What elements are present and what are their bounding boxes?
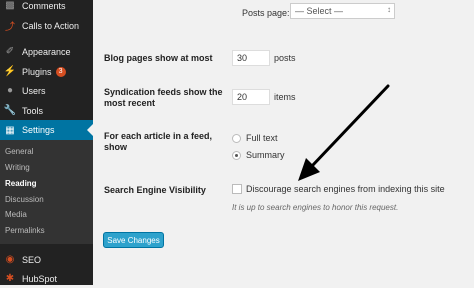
admin-sidebar: ▩ Comments ⤴ Calls to Action ✐ Appearanc… xyxy=(0,0,93,285)
blog-pages-unit: posts xyxy=(274,53,296,63)
sidebar-item-label: Settings xyxy=(22,125,55,135)
settings-submenu: General Writing Reading Discussion Media… xyxy=(0,140,93,244)
sidebar-item-tools[interactable]: 🔧 Tools xyxy=(0,101,93,120)
settings-icon: ▦ xyxy=(5,124,15,136)
calls-to-action-icon: ⤴ xyxy=(5,22,15,33)
submenu-writing[interactable]: Writing xyxy=(5,163,30,172)
submenu-permalinks[interactable]: Permalinks xyxy=(5,226,45,235)
search-visibility-label: Search Engine Visibility xyxy=(104,185,206,195)
search-visibility-hint: It is up to search engines to honor this… xyxy=(232,203,399,212)
posts-page-select[interactable]: — Select — ↕ xyxy=(290,3,395,19)
syndication-input[interactable] xyxy=(232,89,270,105)
sidebar-item-label: Plugins xyxy=(22,66,52,77)
sidebar-item-label: Appearance xyxy=(22,46,71,57)
sidebar-item-comments[interactable]: ▩ Comments xyxy=(0,0,93,15)
select-arrows-icon: ↕ xyxy=(387,5,391,14)
syndication-label-line2: most recent xyxy=(104,98,156,108)
submenu-reading[interactable]: Reading xyxy=(5,179,37,188)
sidebar-item-calls-to-action[interactable]: ⤴ Calls to Action xyxy=(0,16,93,35)
full-text-radio[interactable] xyxy=(232,134,241,143)
posts-page-label: Posts page: xyxy=(242,8,290,18)
summary-label: Summary xyxy=(246,150,285,160)
plugins-icon: ⚡ xyxy=(3,66,17,77)
sidebar-item-label: SEO xyxy=(22,254,42,265)
syndication-unit: items xyxy=(274,92,296,102)
users-icon: ● xyxy=(6,85,14,96)
discourage-search-label: Discourage search engines from indexing … xyxy=(246,184,445,194)
sidebar-item-hubspot[interactable]: ✱ HubSpot xyxy=(0,269,93,288)
sidebar-item-appearance[interactable]: ✐ Appearance xyxy=(0,42,93,61)
discourage-search-checkbox[interactable] xyxy=(232,184,242,194)
full-text-label: Full text xyxy=(246,133,278,143)
sidebar-item-seo[interactable]: ◉ SEO xyxy=(0,250,93,269)
save-changes-button[interactable]: Save Changes xyxy=(103,232,164,248)
tools-icon: 🔧 xyxy=(3,105,17,116)
plugins-update-badge: 3 xyxy=(55,66,66,77)
sidebar-item-label: Tools xyxy=(22,105,44,116)
posts-page-select-value: — Select — xyxy=(295,6,344,16)
feed-article-label-line1: For each article in a feed, xyxy=(104,131,213,141)
sidebar-item-plugins[interactable]: ⚡ Plugins 3 xyxy=(0,62,93,81)
sidebar-item-label: Users xyxy=(22,85,46,96)
comments-icon: ▩ xyxy=(5,0,15,11)
hubspot-icon: ✱ xyxy=(5,273,15,284)
sidebar-item-label: Calls to Action xyxy=(22,20,80,31)
sidebar-item-label: Comments xyxy=(22,0,66,11)
sidebar-item-settings[interactable]: ▦ Settings xyxy=(0,120,93,140)
summary-radio[interactable] xyxy=(232,151,241,160)
seo-icon: ◉ xyxy=(5,254,15,265)
syndication-label-line1: Syndication feeds show the xyxy=(104,87,223,97)
blog-pages-input[interactable] xyxy=(232,50,270,66)
submenu-general[interactable]: General xyxy=(5,147,33,156)
sidebar-item-label: HubSpot xyxy=(22,273,58,284)
sidebar-item-users[interactable]: ● Users xyxy=(0,81,93,100)
submenu-discussion[interactable]: Discussion xyxy=(5,195,44,204)
feed-article-label-line2: show xyxy=(104,142,128,152)
blog-pages-label: Blog pages show at most xyxy=(104,53,213,63)
appearance-icon: ✐ xyxy=(5,46,15,57)
submenu-media[interactable]: Media xyxy=(5,210,27,219)
